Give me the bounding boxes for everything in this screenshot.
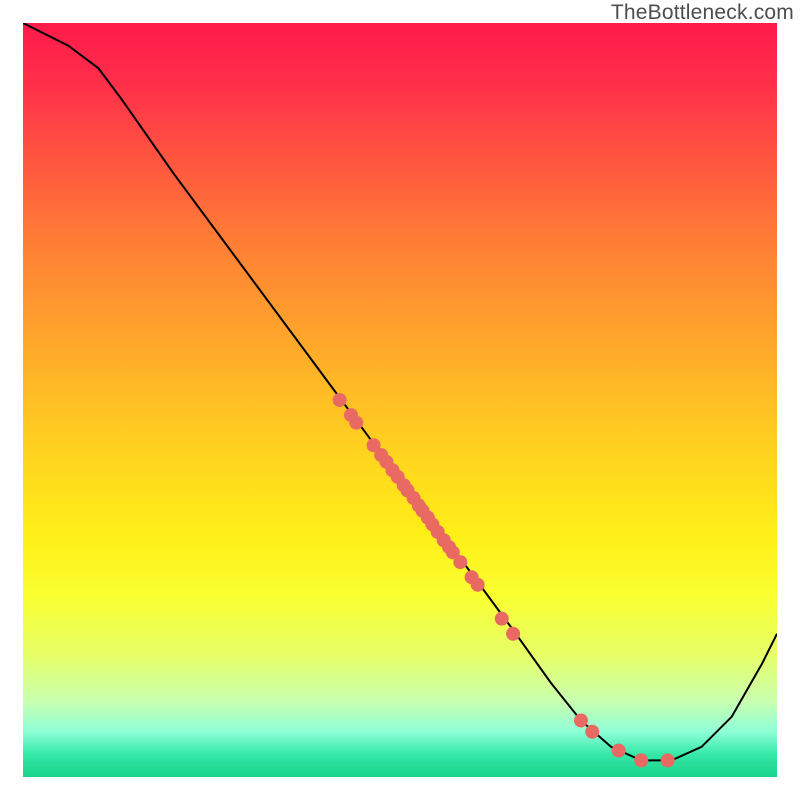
data-point: [349, 416, 363, 430]
data-points-group: [333, 393, 675, 767]
data-point: [453, 555, 467, 569]
data-point: [585, 725, 599, 739]
data-point: [574, 713, 588, 727]
data-point: [495, 612, 509, 626]
plot-area: [23, 23, 777, 777]
data-point: [506, 627, 520, 641]
data-point: [661, 753, 675, 767]
data-point: [612, 744, 626, 758]
data-point: [333, 393, 347, 407]
bottleneck-chart: TheBottleneck.com: [0, 0, 800, 800]
watermark-text: TheBottleneck.com: [611, 1, 794, 25]
chart-svg-layer: [23, 23, 777, 777]
data-point: [634, 753, 648, 767]
bottleneck-curve: [23, 23, 777, 760]
data-point: [471, 578, 485, 592]
